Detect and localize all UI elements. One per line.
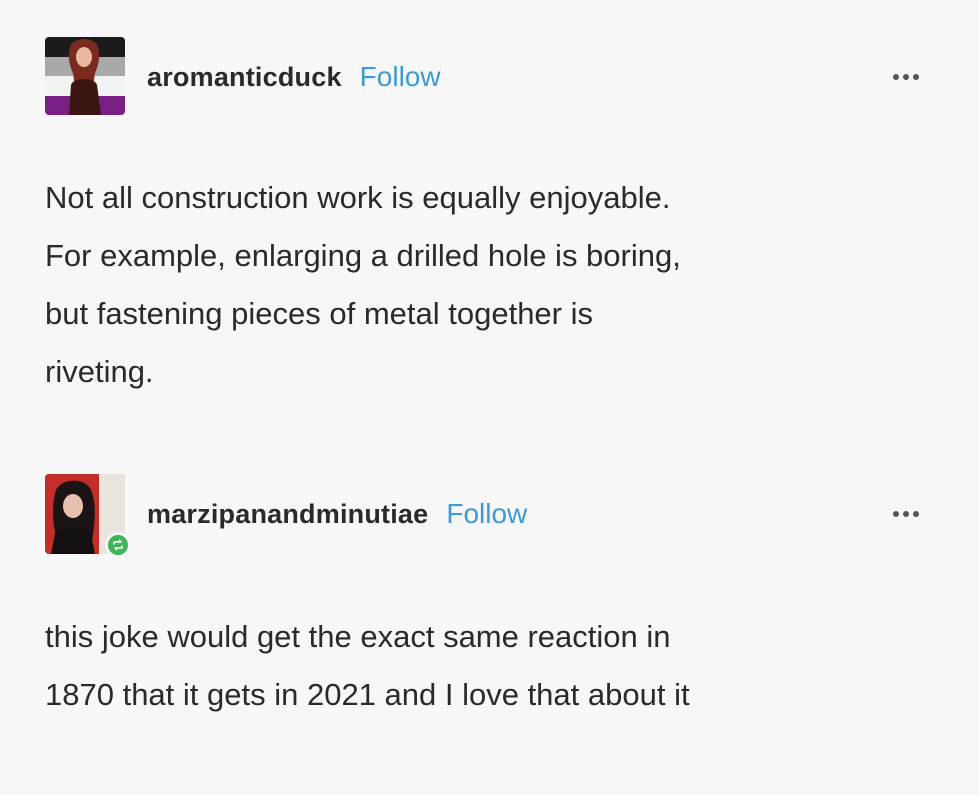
username[interactable]: marzipanandminutiae: [147, 499, 428, 530]
follow-button[interactable]: Follow: [360, 61, 441, 93]
reblog-icon: [105, 532, 131, 558]
more-options-icon[interactable]: [893, 74, 919, 80]
post-text-line: Not all construction work is equally enj…: [45, 180, 671, 215]
post-body: this joke would get the exact same react…: [45, 608, 919, 724]
post-text-line: but fastening pieces of metal together i…: [45, 296, 593, 331]
post-text-line: For example, enlarging a drilled hole is…: [45, 238, 681, 273]
post-header: marzipanandminutiae Follow: [45, 473, 919, 558]
post-body: Not all construction work is equally enj…: [45, 169, 919, 401]
username[interactable]: aromanticduck: [147, 62, 342, 93]
post-aromanticduck: aromanticduck Follow Not all constructio…: [0, 0, 979, 440]
post-text-line: this joke would get the exact same react…: [45, 619, 671, 654]
avatar[interactable]: [45, 37, 125, 117]
post-marzipanandminutiae: marzipanandminutiae Follow this joke wou…: [0, 440, 979, 795]
post-text-line: 1870 that it gets in 2021 and I love tha…: [45, 677, 690, 712]
follow-button[interactable]: Follow: [446, 498, 527, 530]
post-header: aromanticduck Follow: [45, 36, 919, 118]
avatar[interactable]: [45, 474, 131, 558]
post-text-line: riveting.: [45, 354, 154, 389]
more-options-icon[interactable]: [893, 511, 919, 517]
avatar-icon: [45, 37, 125, 115]
